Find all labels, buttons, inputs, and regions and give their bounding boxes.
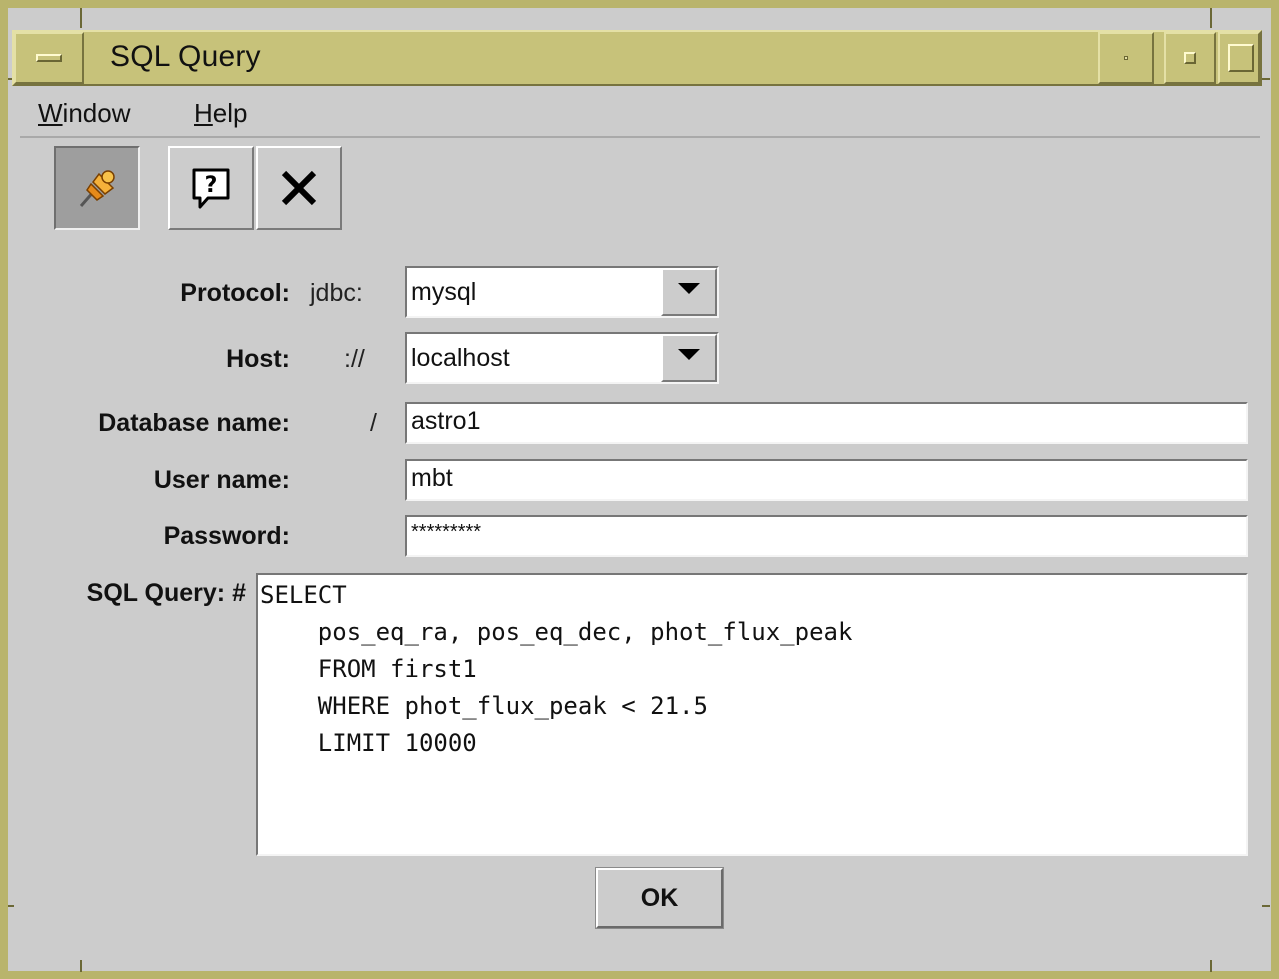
query-line: SELECT	[260, 581, 347, 609]
menu-help[interactable]: Help	[194, 98, 247, 129]
menu-help-mnemonic: H	[194, 98, 213, 128]
host-prefix: ://	[344, 345, 365, 373]
close-button[interactable]	[256, 146, 342, 230]
frame-corner-mark	[1262, 78, 1270, 80]
user-label: User name:	[153, 466, 290, 494]
frame-corner-mark	[1210, 960, 1212, 972]
user-name-field[interactable]: mbt	[405, 459, 1248, 501]
database-name-field[interactable]: astro1	[405, 402, 1248, 444]
query-line: pos_eq_ra, pos_eq_dec, phot_flux_peak	[260, 618, 853, 646]
close-icon	[281, 170, 317, 206]
menu-help-label: elp	[212, 98, 248, 128]
window-menu-button[interactable]	[14, 32, 84, 84]
title-bar[interactable]: SQL Query	[12, 30, 1262, 86]
password-label: Password:	[163, 522, 290, 550]
sql-query-textarea[interactable]: SELECT pos_eq_ra, pos_eq_dec, phot_flux_…	[256, 573, 1248, 856]
menu-window-mnemonic: W	[38, 98, 63, 128]
database-prefix: /	[370, 409, 377, 437]
maximize-icon	[1184, 52, 1196, 64]
frame-corner-mark	[8, 905, 14, 907]
window-menu-icon	[36, 54, 62, 62]
protocol-prefix: jdbc:	[310, 279, 363, 307]
host-combo[interactable]: localhost	[405, 332, 719, 384]
minimize-icon	[1124, 56, 1128, 60]
protocol-combo[interactable]: mysql	[405, 266, 719, 318]
frame-corner-mark	[1210, 8, 1212, 28]
menu-bar: Window Help	[20, 96, 1260, 138]
ok-button[interactable]: OK	[595, 867, 724, 929]
svg-text:?: ?	[205, 173, 218, 198]
help-button[interactable]: ?	[168, 146, 254, 230]
query-line: WHERE phot_flux_peak < 21.5	[260, 692, 708, 720]
close-window-button[interactable]	[1218, 32, 1260, 84]
maximize-button[interactable]	[1164, 32, 1216, 84]
frame-corner-mark	[80, 960, 82, 972]
pushpin-icon	[79, 170, 115, 207]
database-label: Database name:	[98, 409, 290, 437]
protocol-value: mysql	[411, 278, 477, 306]
chevron-down-icon[interactable]	[661, 334, 717, 382]
help-icon: ?	[192, 168, 230, 209]
menu-window-label: indow	[62, 98, 131, 128]
frame-corner-mark	[1262, 905, 1270, 907]
protocol-label: Protocol:	[180, 279, 290, 307]
frame-corner-mark	[80, 8, 82, 28]
password-field[interactable]: *********	[405, 515, 1248, 557]
shade-icon	[1228, 44, 1254, 72]
minimize-button[interactable]	[1098, 32, 1154, 84]
chevron-down-icon[interactable]	[661, 268, 717, 316]
menu-window[interactable]: Window	[38, 98, 130, 129]
pin-toggle-button[interactable]	[54, 146, 140, 230]
query-line: FROM first1	[260, 655, 477, 683]
host-value: localhost	[411, 344, 510, 372]
query-line: LIMIT 10000	[260, 729, 477, 757]
host-label: Host:	[226, 345, 290, 373]
sql-query-label: SQL Query: #	[86, 579, 246, 607]
window-title: SQL Query	[110, 40, 261, 73]
